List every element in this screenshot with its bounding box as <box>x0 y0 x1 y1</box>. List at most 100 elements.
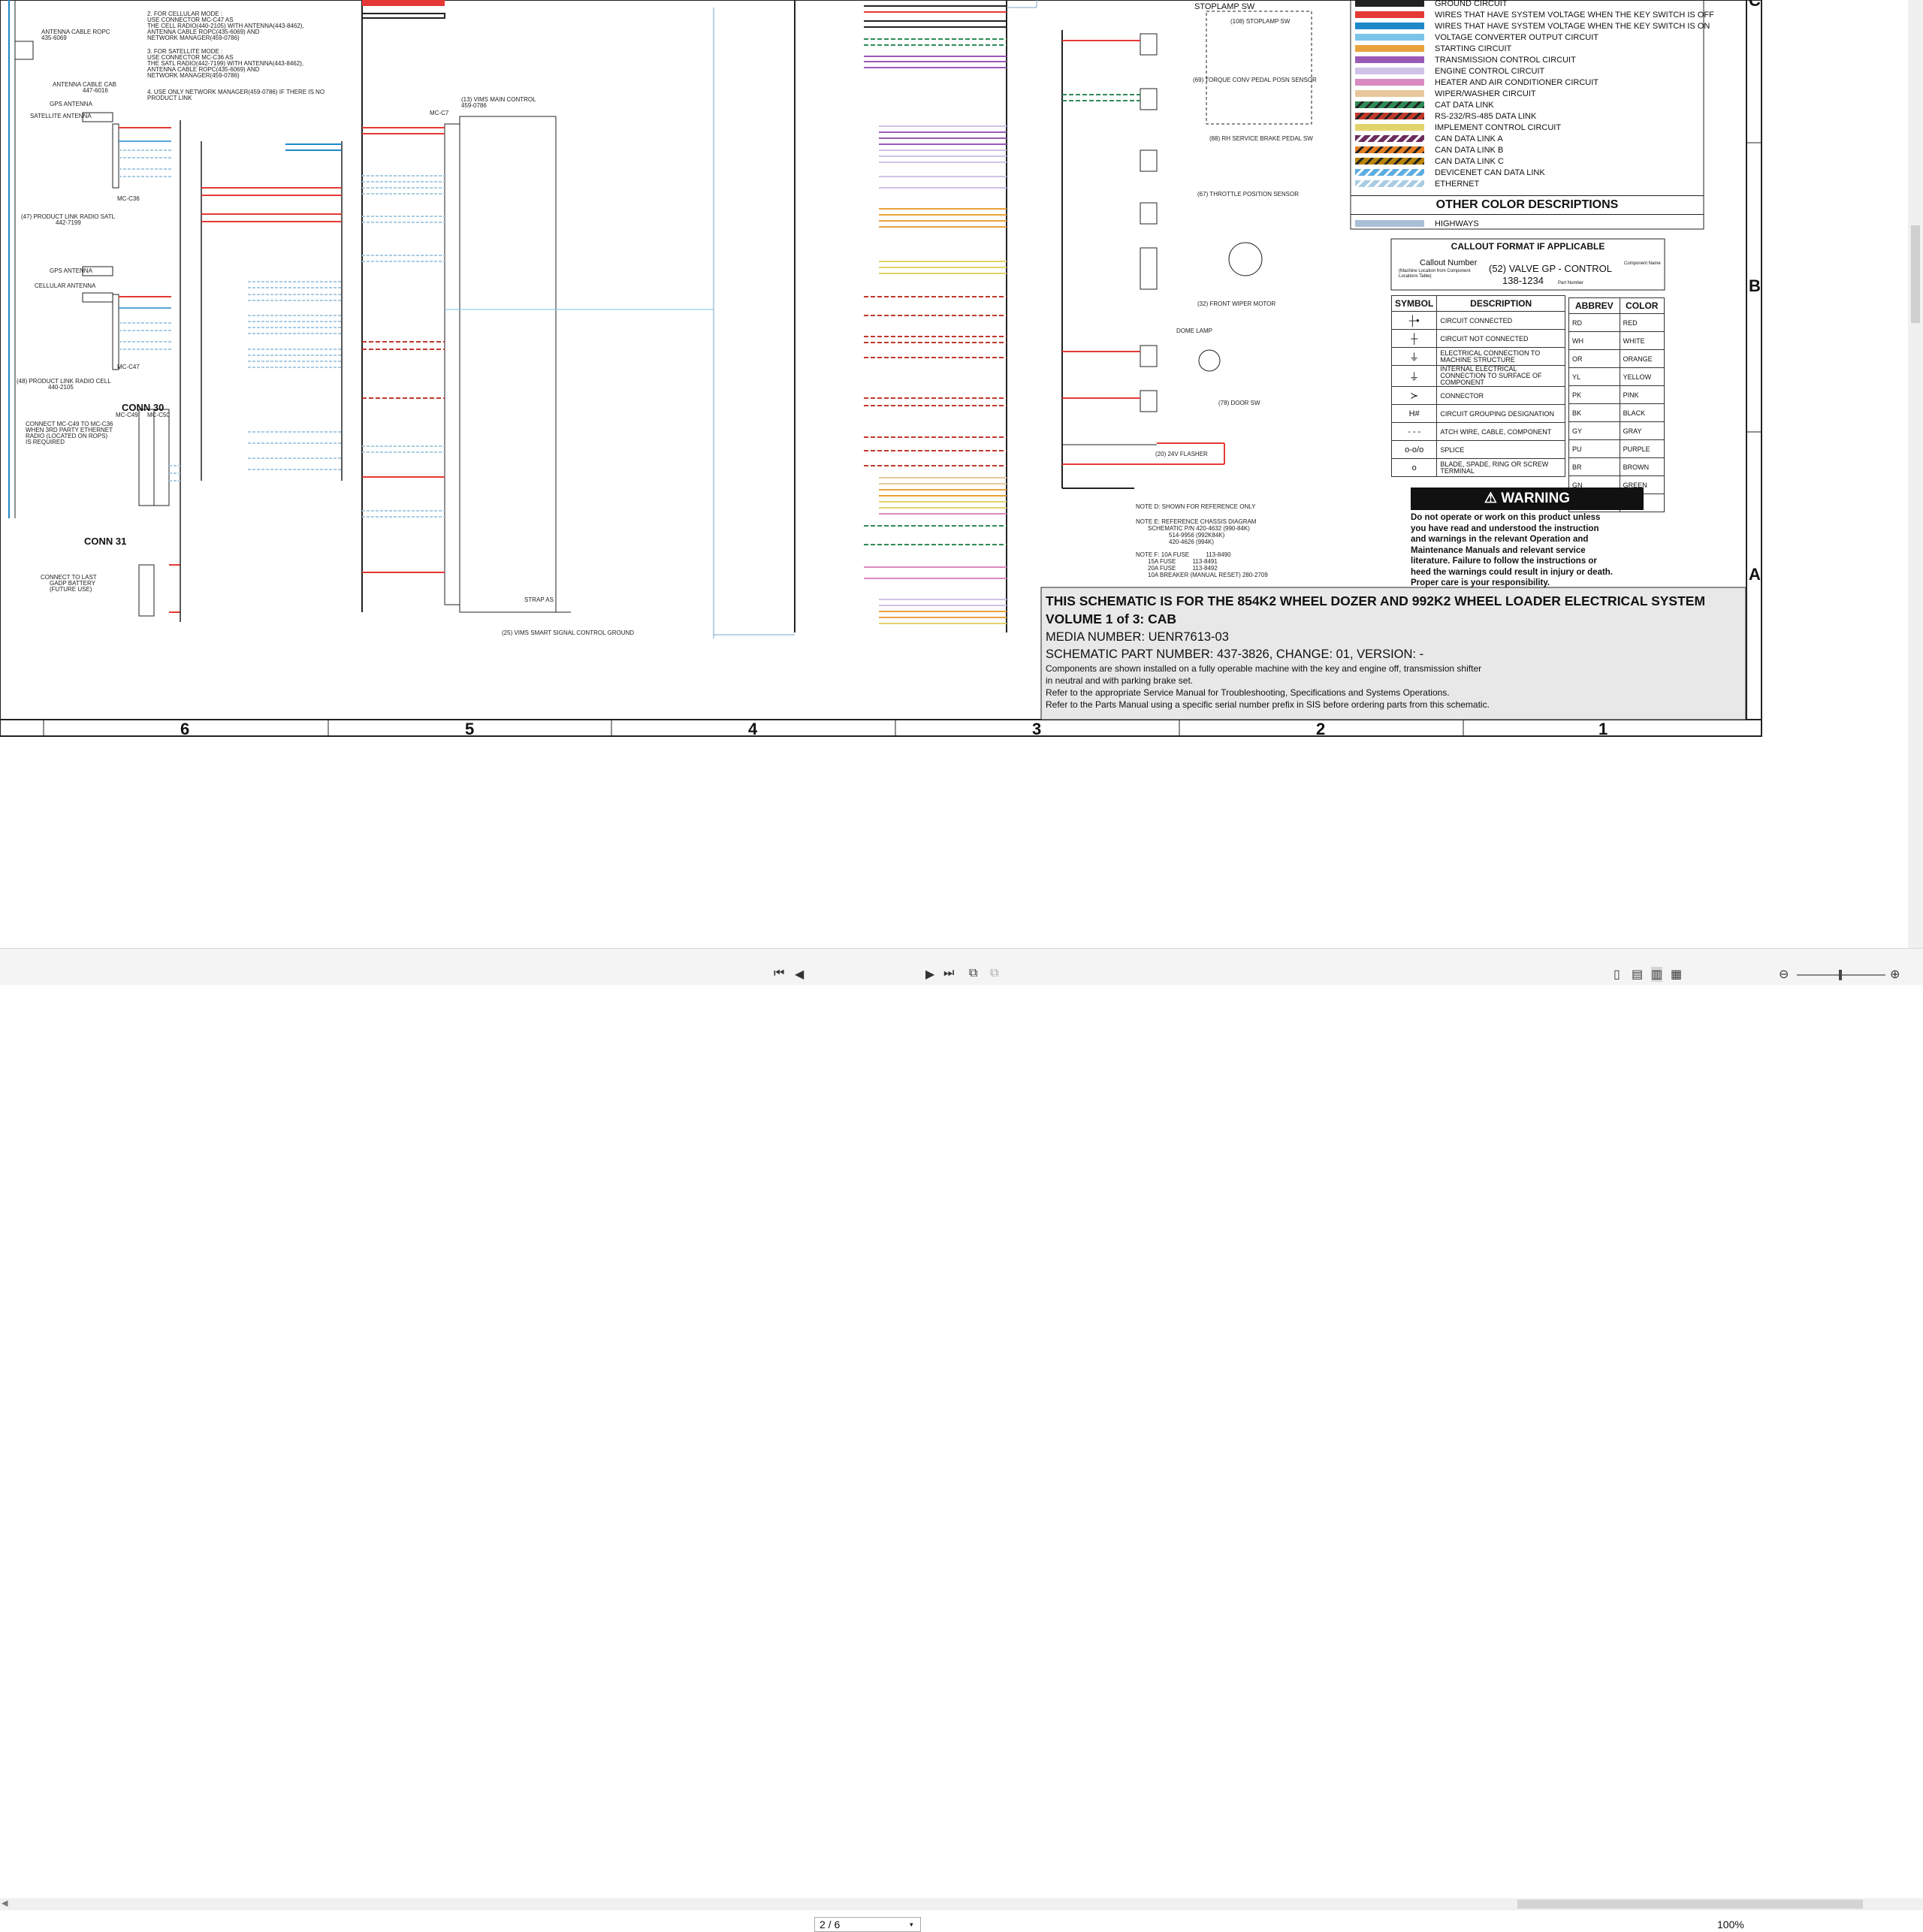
abbrev-cell: PU <box>1568 439 1620 458</box>
description-cell: SPLICE <box>1436 440 1565 459</box>
legend-label: WIRES THAT HAVE SYSTEM VOLTAGE WHEN THE … <box>1435 22 1710 31</box>
mc-c49-label: MC-C49 <box>116 412 138 418</box>
legend-swatch <box>1355 11 1424 18</box>
description-cell: CIRCUIT CONNECTED <box>1436 311 1565 330</box>
description-cell: BLADE, SPADE, RING OR SCREW TERMINAL <box>1436 458 1565 477</box>
product-link-satl-pn: 442-7199 <box>56 219 81 226</box>
table-row: PU PURPLE <box>1568 439 1665 458</box>
schematic-part-number: SCHEMATIC PART NUMBER: 437-3826, CHANGE:… <box>1046 648 1424 661</box>
product-link-cell-pn: 440-2105 <box>48 384 74 391</box>
table-row: ┼ CIRCUIT NOT CONNECTED <box>1390 329 1565 348</box>
symbol-cell: o <box>1390 458 1438 477</box>
symbol-header: SYMBOL <box>1390 295 1438 312</box>
row-letter: A <box>1749 565 1761 584</box>
symbol-cell: ⏚ <box>1390 347 1438 366</box>
legend-row: VOLTAGE CONVERTER OUTPUT CIRCUIT <box>1351 32 1704 43</box>
description-cell: CIRCUIT GROUPING DESIGNATION <box>1436 404 1565 423</box>
legend-row: TRANSMISSION CONTROL CIRCUIT <box>1351 54 1704 65</box>
column-number: 3 <box>1032 720 1042 738</box>
title-block: THIS SCHEMATIC IS FOR THE 854K2 WHEEL DO… <box>1046 592 1744 711</box>
first-page-icon[interactable]: ⏮ <box>774 967 784 980</box>
last-page-icon[interactable]: ⏭ <box>943 967 954 980</box>
vertical-scroll-thumb[interactable] <box>1911 225 1920 323</box>
legend-label: HEATER AND AIR CONDITIONER CIRCUIT <box>1435 78 1598 87</box>
abbrev-table: ABBREV COLOR RD RED WH WHITE OR ORANGE YL YEL… <box>1568 297 1665 512</box>
legend-row: CAN DATA LINK C <box>1351 155 1704 167</box>
legend-label: GROUND CIRCUIT <box>1435 0 1508 8</box>
horizontal-scroll-thumb[interactable] <box>1517 1900 1863 1909</box>
zoom-in-icon[interactable]: ⊕ <box>1890 967 1900 982</box>
vertical-scrollbar[interactable] <box>1908 0 1923 948</box>
zoom-level[interactable]: 100% <box>1717 1918 1744 1930</box>
stoplamp-label: (108) STOPLAMP SW <box>1230 18 1291 25</box>
symbol-table: SYMBOL DESCRIPTION ┼• CIRCUIT CONNECTED ┼ C… <box>1390 295 1565 477</box>
color-header: COLOR <box>1619 297 1665 314</box>
next-page-icon[interactable]: ▶ <box>925 967 934 982</box>
legend-swatch <box>1355 34 1424 41</box>
legend-label: ETHERNET <box>1435 180 1480 189</box>
legend-row: HIGHWAYS <box>1351 218 1704 229</box>
abbrev-cell: RD <box>1568 313 1620 332</box>
legend-swatch <box>1355 158 1424 165</box>
table-row: ⏚ INTERNAL ELECTRICAL CONNECTION TO SURFA… <box>1390 365 1565 387</box>
next-view-icon[interactable]: ⧉ <box>990 967 998 980</box>
warning-title: WARNING <box>1501 491 1571 506</box>
table-row: YL YELLOW <box>1568 367 1665 386</box>
component-name-label: Component Name <box>1624 261 1661 266</box>
description-cell: ATCH WIRE, CABLE, COMPONENT <box>1436 422 1565 441</box>
note-e-line: 420-4626 (994K) <box>1169 539 1215 545</box>
page-number-field[interactable]: 2 / 6 ▾ <box>814 1917 921 1932</box>
row-letter: B <box>1749 276 1761 295</box>
legend-swatch <box>1355 0 1424 7</box>
column-number: 2 <box>1316 720 1326 738</box>
zoom-slider-thumb[interactable] <box>1839 970 1842 980</box>
cellular-antenna-label: CELLULAR ANTENNA <box>35 282 96 289</box>
horizontal-scrollbar[interactable]: ◀ <box>0 1898 1923 1910</box>
description-cell: ELECTRICAL CONNECTION TO MACHINE STRUCTU… <box>1436 347 1565 366</box>
description-cell: CONNECTOR <box>1436 386 1565 405</box>
table-row: GY GRAY <box>1568 421 1665 440</box>
table-row: ┼• CIRCUIT CONNECTED <box>1390 311 1565 330</box>
symbol-cell: H# <box>1390 404 1438 423</box>
title-note: Refer to the Parts Manual using a specif… <box>1046 699 1490 710</box>
symbol-cell: ≻ <box>1390 386 1438 405</box>
continuous-two-page-icon[interactable]: ▦ <box>1671 967 1682 982</box>
satellite-antenna-label: SATELLITE ANTENNA <box>30 113 92 119</box>
table-row: BR BROWN <box>1568 457 1665 476</box>
legend-row: ENGINE CONTROL CIRCUIT <box>1351 65 1704 77</box>
table-row: PK PINK <box>1568 385 1665 404</box>
wiper-motor-label: (32) FRONT WIPER MOTOR <box>1197 300 1276 307</box>
legend-label: HIGHWAYS <box>1435 219 1479 228</box>
abbrev-cell: WH <box>1568 331 1620 350</box>
single-page-view-icon[interactable]: ▯ <box>1614 967 1620 982</box>
previous-page-icon[interactable]: ◀ <box>795 967 804 982</box>
conn31-label: CONN 31 <box>84 536 127 547</box>
legend-swatch <box>1355 68 1424 74</box>
gps-antenna-label: GPS ANTENNA <box>50 101 92 107</box>
zoom-slider-track[interactable] <box>1797 970 1885 980</box>
callout-format-box: CALLOUT FORMAT IF APPLICABLE Callout Num… <box>1391 239 1665 290</box>
title-note: Components are shown installed on a full… <box>1046 663 1482 674</box>
legend-swatch <box>1355 146 1424 153</box>
color-cell: RED <box>1619 313 1665 332</box>
description-cell: CIRCUIT NOT CONNECTED <box>1436 329 1565 348</box>
two-page-view-icon[interactable]: ▥ <box>1651 967 1663 982</box>
callout-part: 138-1234 <box>1502 275 1544 286</box>
legend-label: TRANSMISSION CONTROL CIRCUIT <box>1435 56 1576 65</box>
viewer-status-bar: ◀ ⏮ ◀ 2 / 6 ▾ ▶ ⏭ ⧉ ⧉ ▯ ▤ ▥ ▦ 100% ⊖ ⊕ <box>0 948 1923 1932</box>
chevron-down-icon[interactable]: ▾ <box>910 1918 913 1931</box>
previous-view-icon[interactable]: ⧉ <box>969 967 977 980</box>
zoom-out-icon[interactable]: ⊖ <box>1779 967 1789 982</box>
legend-swatch <box>1355 169 1424 176</box>
table-row: OR ORANGE <box>1568 349 1665 368</box>
legend-row: HEATER AND AIR CONDITIONER CIRCUIT <box>1351 77 1704 88</box>
abbrev-header: ABBREV <box>1568 297 1620 314</box>
note-d: NOTE D: SHOWN FOR REFERENCE ONLY <box>1136 503 1256 510</box>
table-row: o-o/o SPLICE <box>1390 440 1565 459</box>
scroll-left-icon[interactable]: ◀ <box>2 1898 8 1908</box>
note-f-line: 10A BREAKER (MANUAL RESET) 280-2709 <box>1148 572 1268 578</box>
legend-swatch <box>1355 79 1424 86</box>
left-note: NETWORK MANAGER(459-0786) <box>147 35 240 41</box>
continuous-view-icon[interactable]: ▤ <box>1632 967 1643 982</box>
legend-row: ETHERNET <box>1351 178 1704 189</box>
